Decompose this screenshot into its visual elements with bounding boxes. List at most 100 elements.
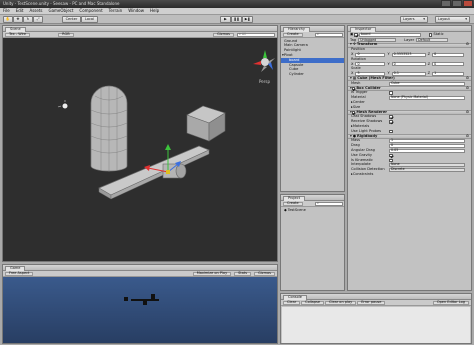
scene-viewport[interactable]: Persp (3, 38, 277, 261)
is-trigger-checkbox[interactable] (389, 91, 393, 95)
scale-z-field[interactable]: 1 (432, 71, 465, 76)
constraints-row[interactable]: ▸ Constraints (348, 172, 471, 177)
render-mode-dropdown[interactable]: RGB (58, 32, 74, 37)
close-button[interactable] (463, 0, 473, 7)
scale-tool-button[interactable]: ⤢ (33, 16, 43, 23)
menu-gameobject[interactable]: GameObject (48, 9, 73, 13)
menu-help[interactable]: Help (150, 9, 159, 13)
move-tool-button[interactable]: ✥ (13, 16, 23, 23)
search-icon: ⌕ (239, 31, 241, 36)
menu-window[interactable]: Window (128, 9, 144, 13)
layout-dropdown[interactable]: Layout ▾ (435, 16, 470, 23)
static-checkbox[interactable] (428, 33, 433, 37)
tab-console[interactable]: Console (283, 294, 307, 300)
rotation-z-value: 0 (434, 61, 437, 66)
layer-dropdown[interactable]: Default (416, 38, 449, 43)
project-create-dropdown[interactable]: Create (283, 200, 303, 206)
console-collapse-toggle[interactable]: Collapse (301, 300, 325, 305)
angular-drag-field[interactable]: 0.05 (389, 148, 465, 153)
receive-shadows-checkbox[interactable] (389, 120, 393, 124)
play-button[interactable]: ▶ (220, 16, 231, 23)
console-clear-on-play-toggle[interactable]: Clear on play (325, 300, 357, 305)
hierarchy-tab-label: Hierarchy (288, 26, 305, 31)
hierarchy-item-cylinder[interactable]: Cylinder (281, 73, 344, 78)
collision-detection-value: Discrete (391, 167, 405, 172)
step-icon: ▶❚ (244, 16, 251, 21)
gear-icon[interactable]: ⚙ (466, 86, 469, 91)
stats-label: Stats (238, 270, 248, 275)
console-error-pause-toggle[interactable]: Error pause (357, 300, 386, 305)
scale-z-value: 1 (434, 71, 437, 76)
use-light-probes-checkbox[interactable] (389, 129, 393, 134)
layers-label: Layers (403, 16, 415, 21)
inspector-panel: Inspector ▣ board Static Tag Untagged La… (347, 25, 472, 291)
menu-terrain[interactable]: Terrain (109, 9, 123, 13)
project-item-testscene[interactable]: ◆ TestScene (281, 208, 344, 213)
console-tab-label: Console (288, 294, 302, 299)
game-gizmos-dropdown[interactable]: Gizmos (254, 271, 275, 276)
pause-button[interactable]: ❚❚ (231, 16, 242, 23)
tab-project[interactable]: Project (283, 195, 305, 201)
shading-mode-dropdown[interactable]: Tex - Wire (5, 32, 31, 37)
maximize-on-play-toggle[interactable]: Maximize on Play (192, 271, 232, 276)
gear-icon[interactable]: ⚙ (466, 43, 469, 47)
cast-shadows-checkbox[interactable] (389, 115, 393, 119)
use-gravity-checkbox[interactable] (389, 153, 393, 158)
menu-component[interactable]: Component (79, 9, 102, 13)
maximize-button[interactable] (452, 0, 462, 7)
tab-scene[interactable]: Scene (5, 26, 26, 32)
active-checkbox[interactable] (354, 33, 358, 37)
position-x-value: 0 (357, 52, 360, 57)
tab-game[interactable]: Game (5, 265, 26, 271)
open-editor-log-button[interactable]: Open Editor Log (432, 300, 469, 305)
cube-silhouette (151, 294, 155, 299)
window-controls (441, 0, 473, 7)
scene-gizmos-dropdown[interactable]: Gizmos (213, 32, 234, 37)
drag-field[interactable]: 0 (389, 143, 465, 148)
gear-icon[interactable]: ⚙ (466, 76, 469, 81)
step-button[interactable]: ▶❚ (242, 16, 253, 23)
position-y-field[interactable]: 0.5553523 (391, 52, 426, 57)
object-name-field[interactable]: board (358, 33, 421, 37)
clear-label: Clear (287, 299, 297, 304)
position-z-field[interactable]: 0 (432, 52, 465, 57)
scale-y-field[interactable]: 0.1 (391, 72, 426, 76)
minimize-button[interactable] (441, 0, 451, 7)
material-field[interactable]: None (Physic Material) (389, 95, 465, 100)
cube-object-icon: ▣ (350, 32, 354, 37)
menu-assets[interactable]: Assets (29, 9, 42, 13)
box-collider-enabled-checkbox[interactable] (351, 86, 356, 91)
console-clear-button[interactable]: Clear (283, 299, 301, 305)
material-value: None (Physic Material) (391, 95, 429, 100)
gear-icon[interactable]: ⚙ (466, 110, 469, 115)
rotation-y-field[interactable]: 0 (391, 62, 426, 67)
rotate-tool-button[interactable]: ↻ (23, 16, 33, 23)
aspect-dropdown[interactable]: Free Aspect (5, 270, 34, 276)
mesh-renderer-enabled-checkbox[interactable] (351, 110, 356, 115)
pivot-rotation-toggle[interactable]: Local (81, 16, 98, 23)
game-viewport[interactable] (3, 277, 277, 343)
mesh-field[interactable]: Cube (389, 81, 465, 86)
tab-inspector[interactable]: Inspector (350, 26, 377, 32)
hierarchy-search-input[interactable]: ⌕ (315, 32, 343, 37)
scene-search-input[interactable]: ⌕ All (237, 31, 275, 37)
layers-dropdown[interactable]: Layers ▾ (400, 16, 428, 23)
stats-toggle[interactable]: Stats (234, 270, 252, 276)
project-search-input[interactable]: ⌕ (315, 200, 343, 206)
collision-detection-dropdown[interactable]: Discrete (389, 167, 465, 172)
hierarchy-create-dropdown[interactable]: Create (283, 32, 303, 37)
pivot-center-toggle[interactable]: Center (62, 16, 81, 23)
is-kinematic-checkbox[interactable] (389, 158, 393, 163)
gear-icon[interactable]: ⚙ (466, 134, 469, 139)
console-log-area[interactable] (282, 307, 470, 343)
y-axis-label: Y (387, 61, 390, 66)
tab-hierarchy[interactable]: Hierarchy (283, 26, 310, 32)
aspect-label: Free Aspect (9, 270, 30, 275)
create-label: Create (287, 200, 299, 205)
menu-file[interactable]: File (3, 9, 10, 13)
mass-field[interactable]: 1 (389, 139, 465, 144)
rotation-z-field[interactable]: 0 (432, 61, 465, 67)
search-icon: ⌕ (317, 200, 319, 205)
menu-edit[interactable]: Edit (16, 9, 24, 13)
hand-tool-button[interactable]: ✋ (3, 16, 13, 23)
